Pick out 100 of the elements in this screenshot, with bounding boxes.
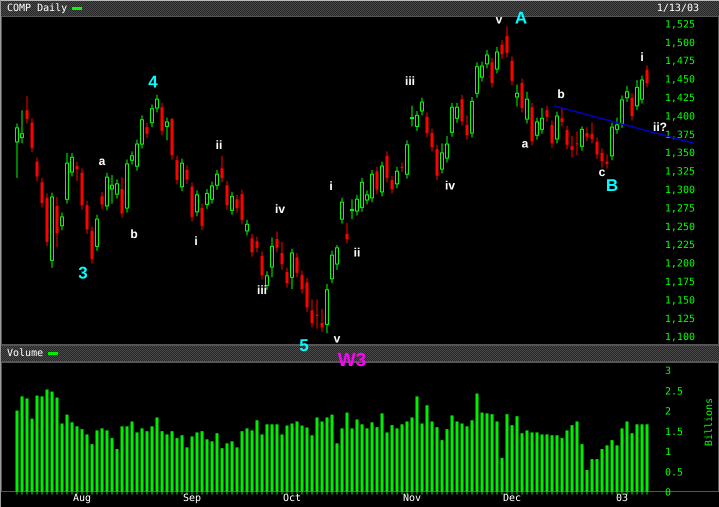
candlestick bbox=[76, 161, 78, 182]
volume-bar bbox=[300, 426, 304, 492]
volume-bar bbox=[446, 429, 448, 492]
candlestick bbox=[165, 117, 169, 141]
volume-bar bbox=[216, 433, 218, 492]
wave-label: a bbox=[98, 154, 106, 168]
price-axis-label: 1,450 bbox=[664, 74, 695, 86]
volume-bar bbox=[80, 429, 84, 492]
volume-axis-label: 0 bbox=[665, 488, 672, 498]
month-label: Oct bbox=[282, 493, 302, 504]
volume-bar bbox=[106, 430, 108, 492]
candlestick bbox=[506, 26, 508, 58]
volume-bar bbox=[560, 438, 564, 492]
candlestick bbox=[510, 56, 514, 86]
candlestick bbox=[546, 105, 548, 122]
volume-bar bbox=[396, 428, 398, 492]
candlestick bbox=[280, 241, 284, 270]
volume-bar bbox=[240, 431, 244, 492]
candlestick bbox=[376, 166, 378, 195]
volume-bar bbox=[256, 420, 258, 492]
candlestick bbox=[200, 203, 204, 231]
volume-bar bbox=[630, 433, 634, 492]
volume-bar bbox=[576, 422, 578, 492]
candlestick bbox=[80, 168, 84, 210]
volume-bar bbox=[170, 431, 174, 492]
candlestick bbox=[286, 267, 288, 288]
wave-label: i bbox=[640, 50, 644, 64]
volume-bar bbox=[120, 426, 124, 492]
volume-bar bbox=[136, 432, 138, 492]
candlestick bbox=[46, 192, 48, 247]
volume-bar bbox=[550, 435, 554, 492]
candlestick bbox=[276, 231, 278, 253]
candlestick bbox=[580, 126, 584, 152]
price-axis-label: 1,100 bbox=[664, 332, 695, 344]
price-axis-label: 1,300 bbox=[664, 184, 695, 196]
candlestick bbox=[120, 176, 124, 218]
candlestick bbox=[466, 114, 468, 140]
candlestick bbox=[606, 154, 608, 169]
candlestick bbox=[555, 111, 559, 144]
volume-bar bbox=[596, 459, 598, 492]
candlestick bbox=[515, 84, 519, 108]
candlestick bbox=[310, 298, 314, 328]
wave-label: iv bbox=[275, 202, 285, 216]
wave-label: W3 bbox=[338, 350, 366, 371]
volume-bar bbox=[580, 444, 584, 492]
wave-label: i bbox=[194, 234, 198, 248]
candlestick bbox=[346, 222, 348, 244]
candlestick bbox=[100, 191, 104, 210]
wave-label: iii bbox=[257, 282, 267, 297]
volume-bar bbox=[646, 424, 648, 492]
volume-bar bbox=[386, 432, 388, 492]
candlestick bbox=[36, 156, 38, 182]
volume-bar bbox=[540, 434, 544, 492]
candlestick bbox=[566, 125, 568, 150]
volume-bar bbox=[226, 443, 228, 492]
volume-bar bbox=[636, 424, 638, 492]
volume-bar bbox=[586, 470, 588, 492]
volume-bar bbox=[190, 436, 194, 492]
volume-bar bbox=[590, 459, 594, 492]
volume-bar bbox=[280, 434, 284, 492]
wave-label: b bbox=[130, 226, 138, 241]
candlestick bbox=[320, 308, 324, 332]
volume-bar bbox=[210, 441, 214, 492]
volume-bar bbox=[440, 440, 444, 492]
price-axis-label: 1,125 bbox=[664, 314, 695, 325]
volume-axis-label: 2 bbox=[665, 406, 672, 418]
candlestick bbox=[86, 200, 88, 234]
volume-bar bbox=[460, 424, 464, 492]
volume-bar bbox=[100, 428, 104, 492]
candlestick bbox=[405, 140, 409, 180]
wave-label: ii bbox=[216, 138, 222, 152]
candlestick bbox=[576, 131, 578, 156]
volume-bar bbox=[640, 424, 644, 492]
volume-bar bbox=[620, 428, 624, 492]
candlestick bbox=[256, 236, 258, 253]
candlestick bbox=[30, 118, 34, 153]
candlestick bbox=[400, 162, 404, 173]
candlestick bbox=[596, 136, 598, 160]
volume-bar bbox=[176, 438, 178, 492]
candlestick bbox=[230, 191, 234, 216]
volume-bar bbox=[290, 424, 294, 492]
candlestick bbox=[250, 233, 254, 258]
candlestick bbox=[170, 117, 174, 160]
price-axis-label: 1,250 bbox=[664, 222, 695, 233]
volume-bar bbox=[180, 435, 184, 492]
volume-bar bbox=[536, 432, 538, 492]
candlestick bbox=[460, 94, 464, 126]
volume-bar bbox=[370, 422, 374, 492]
volume-bar bbox=[200, 431, 204, 492]
volume-bar bbox=[456, 422, 458, 492]
volume-bar bbox=[466, 426, 468, 492]
wave-label: iv bbox=[445, 178, 455, 192]
candlestick bbox=[380, 161, 384, 197]
volume-bar bbox=[116, 449, 118, 492]
candlestick bbox=[176, 155, 178, 186]
candlestick bbox=[290, 248, 294, 290]
candlestick bbox=[26, 96, 28, 124]
candlestick bbox=[240, 189, 244, 225]
price-axis-label: 1,525 bbox=[664, 19, 695, 30]
month-label: Sep bbox=[182, 493, 202, 504]
